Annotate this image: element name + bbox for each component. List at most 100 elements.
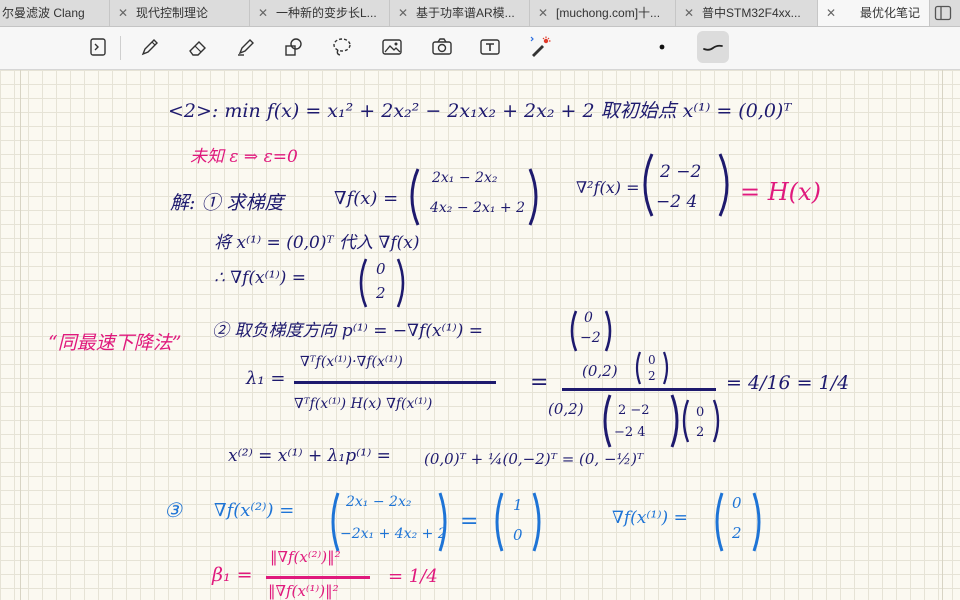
step3-marker: ③ [164, 498, 182, 522]
close-icon[interactable]: ✕ [258, 0, 268, 26]
sidebar-toggle-icon[interactable] [934, 4, 952, 22]
gradient-x1-repeat: ∇f(x⁽¹⁾) = [612, 508, 688, 528]
svg-text:2 −2: 2 −2 [618, 403, 650, 418]
tab-label: 现代控制理论 [136, 6, 209, 20]
lambda-denominator-2: (0,2) [548, 400, 584, 418]
eraser-icon [189, 41, 206, 56]
page-margin-left [20, 70, 21, 600]
hessian-expression: ∇²f(x) = [576, 178, 640, 197]
svg-text:2: 2 [648, 369, 656, 383]
lasso-tool-button[interactable] [326, 31, 358, 63]
svg-text:0: 0 [696, 405, 704, 420]
x2-update: x⁽²⁾ = x⁽¹⁾ + λ₁p⁽¹⁾ = [228, 446, 391, 466]
laser-pointer-icon [530, 36, 551, 57]
note-canvas[interactable]: <2>: min f(x) = x₁² + 2x₂² − 2x₁x₂ + 2x₂… [0, 70, 960, 600]
svg-text:−2 4: −2 4 [614, 425, 646, 440]
shapes-icon [285, 38, 302, 56]
gradient-expression: ∇f(x) = [334, 188, 399, 209]
gradient-top-entry: 2x₁ − 2x₂ [432, 170, 498, 186]
close-icon[interactable]: ✕ [538, 0, 548, 26]
tab-label: 普中STM32F4xx... [702, 6, 801, 20]
lasso-icon [333, 38, 351, 56]
eraser-tool-button[interactable] [182, 31, 214, 63]
tab-label: [muchong.com]十... [556, 6, 661, 20]
tab-label: 一种新的变步长L... [276, 6, 377, 20]
gradient-x2-result-top: 1 [513, 496, 523, 514]
pen-size-button[interactable] [646, 31, 678, 63]
svg-text:=: = [460, 509, 478, 534]
lambda-lhs: λ₁ = [246, 368, 286, 389]
step2-direction: ② 取负梯度方向 p⁽¹⁾ = −∇f(x⁽¹⁾) = [212, 321, 483, 341]
close-icon[interactable]: ✕ [398, 0, 408, 26]
tab-kalman[interactable]: 尔曼滤波 Clang [0, 0, 110, 26]
gradient-x1-repeat-bottom: 2 [732, 524, 742, 542]
camera-tool-button[interactable] [426, 31, 458, 63]
drawing-toolbar [0, 27, 960, 70]
beta-denominator: ‖∇f(x⁽¹⁾)‖² [268, 582, 339, 600]
substitute-line: 将 x⁽¹⁾ = (0,0)ᵀ 代入 ∇f(x) [214, 233, 420, 253]
gradient-at-x2: ∇f(x⁽²⁾) = [214, 500, 295, 521]
lambda-fraction-bar [294, 381, 496, 384]
tab-label: 基于功率谱AR模... [416, 6, 515, 20]
gradient-x1-bottom: 2 [376, 284, 386, 302]
lambda-numerator: ∇ᵀf(x⁽¹⁾)·∇f(x⁽¹⁾) [300, 354, 403, 370]
tab-label: 尔曼滤波 Clang [2, 6, 85, 20]
stroke-style-button[interactable] [697, 31, 729, 63]
epsilon-note: 未知 ε ⇒ ε=0 [190, 147, 298, 167]
tab-variable-step[interactable]: ✕ 一种新的变步长L... [250, 0, 390, 26]
hessian-row-1: 2 −2 [660, 162, 702, 182]
pen-tool-button[interactable] [134, 31, 166, 63]
gradient-x1-top: 0 [376, 260, 386, 278]
close-icon[interactable]: ✕ [118, 0, 128, 26]
lambda-fraction-bar-2 [562, 388, 716, 391]
gradient-x2-top: 2x₁ − 2x₂ [346, 494, 412, 510]
tab-bar: 尔曼滤波 Clang ✕ 现代控制理论 ✕ 一种新的变步长L... ✕ 基于功率谱AR… [0, 0, 960, 27]
laser-pointer-button[interactable] [524, 31, 556, 63]
highlighter-tool-button[interactable] [230, 31, 262, 63]
lambda-result: = 4/16 = 1/4 [726, 372, 850, 394]
side-note-steepest-descent: “同最速下降法” [48, 332, 182, 354]
tab-label: 最优化笔记 [860, 6, 921, 20]
page-thumbnails-icon [90, 38, 106, 56]
lambda-den-matrix: 2 −2 −2 4 0 2 [603, 394, 720, 448]
text-box-tool-button[interactable] [474, 31, 506, 63]
pen-size-dot-icon [659, 44, 665, 50]
close-icon[interactable]: ✕ [684, 0, 694, 26]
solve-step1-label: 解: ① 求梯度 [170, 192, 284, 214]
lambda-numerator-2: (0,2) [582, 362, 618, 380]
lambda-num-vector: 02 [635, 351, 669, 385]
gradient-bottom-entry: 4x₂ − 2x₁ + 2 [430, 200, 525, 216]
problem-statement: <2>: min f(x) = x₁² + 2x₂² − 2x₁x₂ + 2x₂… [168, 100, 792, 122]
camera-icon [432, 38, 452, 55]
lambda-denominator: ∇ᵀf(x⁽¹⁾) H(x) ∇f(x⁽¹⁾) [294, 396, 433, 412]
image-tool-button[interactable] [376, 31, 408, 63]
gradient-x1-repeat-top: 0 [732, 494, 742, 512]
page-thumbnails-button[interactable] [82, 31, 114, 63]
highlighter-icon [238, 39, 254, 56]
beta-numerator: ‖∇f(x⁽²⁾)‖² [270, 548, 341, 566]
gradient-x2-bottom: −2x₁ + 4x₂ + 2 [340, 526, 447, 542]
hessian-row-2: −2 4 [656, 192, 698, 212]
tab-stm32[interactable]: ✕ 普中STM32F4xx... [676, 0, 818, 26]
tab-ar-model[interactable]: ✕ 基于功率谱AR模... [390, 0, 530, 26]
beta-fraction-bar [266, 576, 370, 579]
tab-optimization-notes[interactable]: ✕ 最优化笔记 [818, 0, 930, 26]
page-margin-right [942, 70, 943, 600]
lambda-equals: = [530, 370, 549, 395]
svg-text:0: 0 [648, 353, 656, 367]
p1-bottom: −2 [580, 330, 601, 346]
pen-icon [141, 39, 158, 56]
svg-text:2: 2 [696, 425, 704, 440]
image-icon [382, 39, 402, 55]
close-icon[interactable]: ✕ [826, 0, 836, 26]
text-box-icon [480, 39, 500, 55]
beta-result: = 1/4 [388, 566, 438, 587]
toolbar-divider [120, 36, 121, 60]
x2-result: (0,0)ᵀ + ¼(0,−2)ᵀ = (0, −½)ᵀ [424, 450, 644, 468]
hessian-equals-H: = H(x) [740, 178, 821, 206]
shapes-tool-button[interactable] [278, 31, 310, 63]
p1-top: 0 [584, 310, 593, 326]
stroke-style-icon [703, 44, 723, 51]
tab-modern-control[interactable]: ✕ 现代控制理论 [110, 0, 250, 26]
tab-muchong[interactable]: ✕ [muchong.com]十... [530, 0, 676, 26]
